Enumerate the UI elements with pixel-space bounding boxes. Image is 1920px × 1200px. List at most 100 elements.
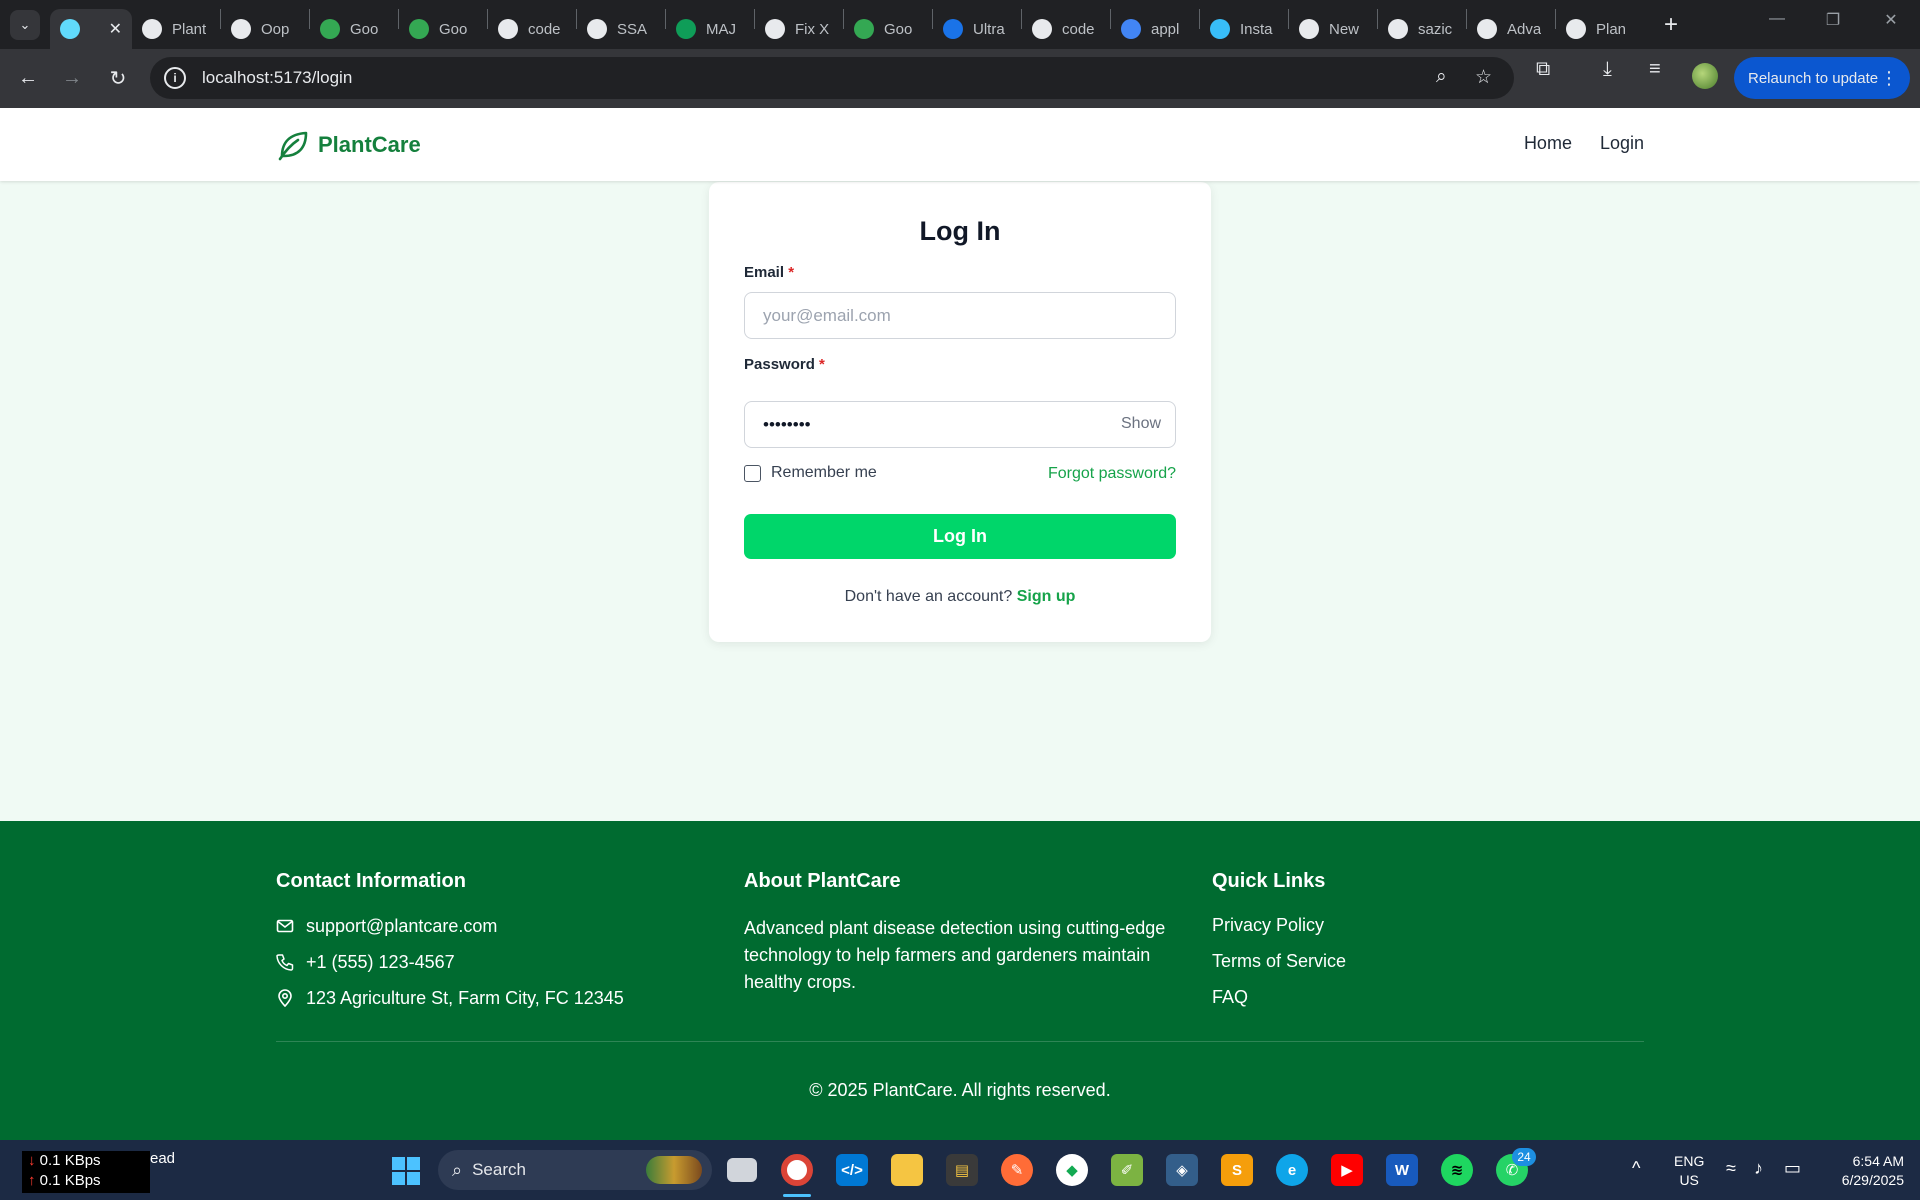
tailwind-icon xyxy=(1210,19,1230,39)
faq-link[interactable]: FAQ xyxy=(1212,987,1346,1009)
address-bar[interactable]: i localhost:5173/login ⌕ ☆ xyxy=(150,57,1514,99)
vscode-icon[interactable]: </> xyxy=(836,1154,868,1186)
contact-phone: +1 (555) 123-4567 xyxy=(306,951,455,972)
close-tab-icon[interactable]: ✕ xyxy=(109,19,122,39)
new-tab-button[interactable]: + xyxy=(1656,11,1686,39)
browser-tab[interactable]: code xyxy=(488,9,576,49)
volume-icon[interactable]: ♪ xyxy=(1754,1158,1763,1179)
lang-line1: ENG xyxy=(1674,1153,1705,1169)
browser-tab[interactable]: SSA xyxy=(577,9,665,49)
browser-tab[interactable]: New xyxy=(1289,9,1377,49)
whatsapp-notification-badge: 24 xyxy=(1512,1148,1536,1166)
edge-icon[interactable]: e xyxy=(1276,1154,1308,1186)
zoom-icon[interactable]: ⌕ xyxy=(1436,66,1447,88)
task-view-icon[interactable] xyxy=(727,1158,757,1182)
tab-search-button[interactable]: ⌄ xyxy=(10,9,40,40)
nav-login-link[interactable]: Login xyxy=(1600,133,1644,154)
youtube-icon[interactable]: ▶ xyxy=(1331,1154,1363,1186)
reading-list-icon[interactable]: ≡ xyxy=(1649,58,1661,81)
quick-links-heading: Quick Links xyxy=(1212,870,1326,892)
word-icon[interactable]: W xyxy=(1386,1154,1418,1186)
browser-tab-label: appl xyxy=(1151,20,1180,38)
browser-tab-label: sazic xyxy=(1418,20,1453,38)
remember-me-label[interactable]: Remember me xyxy=(771,464,877,482)
show-hidden-icons[interactable]: ^ xyxy=(1632,1158,1640,1179)
privacy-policy-link[interactable]: Privacy Policy xyxy=(1212,915,1346,937)
browser-toolbar: ← → ↻ i localhost:5173/login ⌕ ☆ ⧉ ⤓ ≡ R… xyxy=(0,49,1920,108)
nav-home-link[interactable]: Home xyxy=(1524,133,1572,154)
browser-tab[interactable]: Fix X xyxy=(755,9,843,49)
browser-menu-icon[interactable]: ⋮ xyxy=(1880,68,1898,89)
file-explorer-icon[interactable] xyxy=(891,1154,923,1186)
login-submit-button[interactable]: Log In xyxy=(744,514,1176,559)
remember-me-checkbox[interactable] xyxy=(744,464,761,482)
browser-tab[interactable]: Ultra xyxy=(933,9,1021,49)
show-password-button[interactable]: Show xyxy=(1121,415,1161,433)
main-nav: Home Login xyxy=(1496,133,1644,154)
postman-icon[interactable]: ✎ xyxy=(1001,1154,1033,1186)
search-icon: ⌕ xyxy=(452,1159,463,1180)
terms-of-service-link[interactable]: Terms of Service xyxy=(1212,951,1346,973)
browser-tab[interactable]: Insta xyxy=(1200,9,1288,49)
battery-icon[interactable]: ▭ xyxy=(1784,1158,1801,1179)
address-url[interactable]: localhost:5173/login xyxy=(202,68,352,88)
close-window-button[interactable]: ✕ xyxy=(1876,10,1906,30)
reload-button[interactable]: ↻ xyxy=(98,58,138,98)
browser-tab[interactable]: Plan xyxy=(1556,9,1644,49)
mysql-icon[interactable]: ◈ xyxy=(1166,1154,1198,1186)
relaunch-button[interactable]: Relaunch to update ⋮ xyxy=(1734,57,1910,99)
brand-link[interactable]: PlantCare xyxy=(276,128,421,162)
net-down: 0.1 KBps xyxy=(39,1152,101,1169)
google-meet-icon xyxy=(854,19,874,39)
maximize-button[interactable]: ❐ xyxy=(1818,10,1848,30)
start-button[interactable] xyxy=(392,1157,420,1185)
weather-widget-label[interactable]: ead xyxy=(150,1150,175,1167)
browser-tab[interactable]: Oop xyxy=(221,9,309,49)
extensions-icon[interactable]: ⧉ xyxy=(1536,58,1550,81)
email-label-text: Email xyxy=(744,264,785,281)
footer-links-column: Quick Links Privacy Policy Terms of Serv… xyxy=(1212,870,1346,1023)
minimize-button[interactable]: — xyxy=(1762,10,1792,28)
mongodb-icon[interactable]: ◆ xyxy=(1056,1154,1088,1186)
browser-tab[interactable]: code xyxy=(1022,9,1110,49)
language-indicator[interactable]: ENG US xyxy=(1674,1152,1704,1190)
profile-avatar[interactable] xyxy=(1692,63,1718,89)
browser-tab[interactable]: appl xyxy=(1111,9,1199,49)
forward-button[interactable]: → xyxy=(52,58,92,98)
browser-tab-label: SSA xyxy=(617,20,648,38)
system-clock[interactable]: 6:54 AM 6/29/2025 xyxy=(1824,1152,1904,1190)
password-field[interactable] xyxy=(744,401,1176,448)
sublime-icon[interactable]: S xyxy=(1221,1154,1253,1186)
plant-icon xyxy=(1566,19,1586,39)
spotify-icon[interactable]: ≋ xyxy=(1441,1154,1473,1186)
site-footer: Contact Information support@plantcare.co… xyxy=(0,821,1920,1140)
downloads-icon[interactable]: ⤓ xyxy=(1603,58,1612,81)
site-info-icon[interactable]: i xyxy=(164,67,186,89)
back-button[interactable]: ← xyxy=(8,58,48,98)
forgot-password-link[interactable]: Forgot password? xyxy=(1048,465,1176,483)
browser-tab[interactable]: sazic xyxy=(1378,9,1466,49)
browser-tab-label: Ultra xyxy=(973,20,1005,38)
signup-link[interactable]: Sign up xyxy=(1017,588,1076,605)
notepad-icon[interactable]: ✐ xyxy=(1111,1154,1143,1186)
browser-tab[interactable]: MAJ xyxy=(666,9,754,49)
contact-email: support@plantcare.com xyxy=(306,915,498,936)
footer-about-column: About PlantCare Advanced plant disease d… xyxy=(744,870,1184,996)
github-icon xyxy=(587,19,607,39)
tab-list: ✕ Plant Oop Goo Goo code SSA MAJ Fix X Goo Ultra co… xyxy=(50,0,1644,49)
wifi-icon[interactable]: ≈ xyxy=(1726,1158,1736,1179)
bookmark-star-icon[interactable]: ☆ xyxy=(1475,66,1492,89)
leaf-icon xyxy=(278,131,308,161)
browser-tab[interactable]: ✕ xyxy=(50,9,132,49)
browser-tab[interactable]: Goo xyxy=(310,9,398,49)
email-field[interactable] xyxy=(744,292,1176,339)
terminal-icon[interactable]: ▤ xyxy=(946,1154,978,1186)
relaunch-label: Relaunch to update xyxy=(1748,69,1879,87)
browser-tab[interactable]: Plant xyxy=(132,9,220,49)
browser-tab[interactable]: Goo xyxy=(399,9,487,49)
brand-name: PlantCare xyxy=(318,132,421,157)
chrome-taskbar-icon[interactable] xyxy=(781,1154,813,1186)
browser-tab[interactable]: Adva xyxy=(1467,9,1555,49)
browser-tab[interactable]: Goo xyxy=(844,9,932,49)
taskbar-search[interactable]: ⌕ Search xyxy=(438,1150,712,1190)
